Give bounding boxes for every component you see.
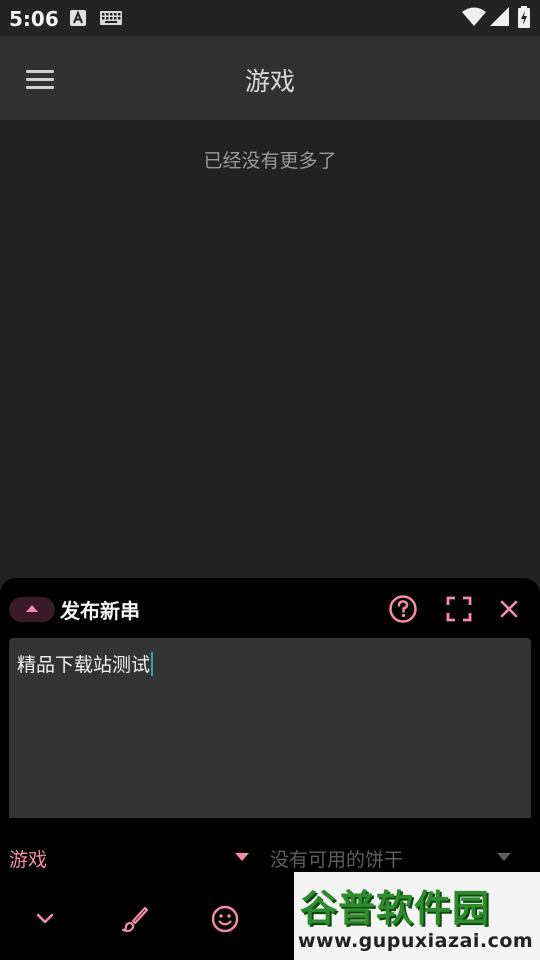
collapse-button[interactable]: [9, 597, 55, 622]
watermark-brand: 谷普软件园: [300, 887, 490, 930]
board-select[interactable]: 游戏: [9, 845, 259, 871]
help-icon[interactable]: [387, 593, 419, 625]
emoji-icon[interactable]: [210, 904, 240, 934]
dropdown-arrow-icon: [235, 853, 249, 861]
signal-icon: [490, 7, 509, 26]
wifi-icon: [462, 7, 486, 26]
cookie-select-placeholder: 没有可用的饼干: [270, 849, 404, 871]
fullscreen-icon[interactable]: [443, 593, 475, 625]
status-time: 5:06: [9, 7, 59, 31]
board-select-value: 游戏: [9, 849, 48, 871]
chevron-down-icon[interactable]: [30, 904, 60, 934]
a-notification-icon: [70, 10, 86, 26]
post-content-value: 精品下载站测试: [17, 654, 151, 676]
status-bar: 5:06: [0, 0, 540, 36]
app-bar: 游戏: [0, 36, 540, 120]
close-icon[interactable]: [493, 593, 525, 625]
brush-icon[interactable]: [120, 904, 150, 934]
keyboard-icon: [100, 11, 122, 25]
chevron-up-icon: [26, 605, 38, 612]
feed-end-message: 已经没有更多了: [203, 150, 337, 172]
dropdown-arrow-icon: [497, 853, 511, 861]
watermark: 谷普软件园 www.gupuxiazai.com: [294, 872, 540, 960]
text-caret: [151, 652, 154, 676]
post-content-input[interactable]: 精品下载站测试: [9, 638, 531, 818]
battery-icon: [518, 6, 530, 28]
watermark-url: www.gupuxiazai.com: [298, 930, 534, 952]
cookie-select[interactable]: 没有可用的饼干: [270, 845, 515, 871]
page-title: 游戏: [244, 67, 295, 96]
composer-title: 发布新串: [60, 599, 140, 623]
